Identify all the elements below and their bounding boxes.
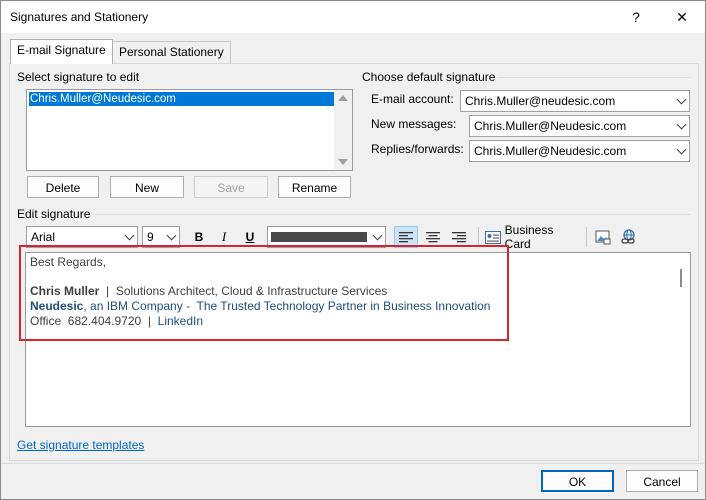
new-messages-select[interactable]: Chris.Muller@Neudesic.com — [469, 115, 690, 137]
align-left-icon — [399, 232, 413, 243]
scroll-up-icon[interactable] — [338, 95, 348, 101]
email-account-label: E-mail account: — [371, 92, 454, 106]
help-icon: ? — [632, 9, 640, 25]
bold-icon: B — [194, 230, 204, 244]
replies-forwards-value: Chris.Muller@Neudesic.com — [474, 144, 627, 158]
replies-forwards-label: Replies/forwards: — [371, 142, 464, 156]
chevron-down-icon — [124, 230, 135, 241]
scroll-down-icon[interactable] — [338, 159, 348, 165]
font-size-value: 9 — [147, 230, 154, 244]
picture-icon — [595, 230, 611, 245]
signature-list-scrollbar[interactable] — [334, 90, 352, 170]
chevron-down-icon — [676, 94, 687, 105]
default-signature-label: Choose default signature — [362, 70, 496, 84]
insert-picture-button[interactable] — [592, 226, 614, 248]
select-signature-label: Select signature to edit — [17, 70, 140, 84]
ok-button[interactable]: OK — [541, 470, 614, 492]
save-button[interactable]: Save — [194, 176, 268, 198]
chevron-down-icon — [372, 230, 383, 241]
toolbar-divider — [586, 227, 587, 247]
get-signature-templates-link[interactable]: Get signature templates — [17, 438, 144, 452]
tab-email-signature-label: E-mail Signature — [17, 43, 106, 57]
new-messages-label: New messages: — [371, 117, 457, 131]
new-messages-value: Chris.Muller@Neudesic.com — [474, 119, 627, 133]
insert-hyperlink-button[interactable] — [618, 226, 640, 248]
align-center-icon — [426, 232, 440, 243]
toolbar-divider — [478, 227, 479, 247]
new-button[interactable]: New — [110, 176, 184, 198]
tab-email-signature[interactable]: E-mail Signature — [10, 39, 113, 64]
align-right-icon — [452, 232, 466, 243]
chevron-down-icon — [676, 119, 687, 130]
tab-personal-stationery[interactable]: Personal Stationery — [112, 41, 231, 63]
email-account-select[interactable]: Chris.Muller@neudesic.com — [460, 90, 690, 112]
annotation-highlight-box — [19, 245, 509, 341]
editor-scroll-thumb[interactable] — [680, 269, 682, 287]
close-icon: ✕ — [676, 8, 688, 25]
cancel-button[interactable]: Cancel — [626, 470, 698, 492]
edit-signature-label: Edit signature — [17, 207, 91, 221]
editor-scrollbar[interactable] — [672, 253, 690, 426]
close-button[interactable]: ✕ — [659, 1, 705, 33]
rename-button[interactable]: Rename — [278, 176, 351, 198]
chevron-down-icon — [166, 230, 177, 241]
hyperlink-icon — [621, 229, 635, 244]
business-card-label: Business Card — [504, 223, 554, 251]
underline-icon: U — [245, 230, 255, 244]
signature-list-item[interactable]: Chris.Muller@Neudesic.com — [29, 92, 334, 106]
delete-button[interactable]: Delete — [27, 176, 99, 198]
tab-personal-stationery-label: Personal Stationery — [119, 45, 224, 59]
font-value: Arial — [31, 230, 56, 244]
group-divider — [96, 214, 691, 215]
window-title: Signatures and Stationery — [10, 10, 149, 24]
help-button[interactable]: ? — [613, 1, 659, 33]
business-card-icon — [485, 230, 501, 244]
font-color-swatch — [271, 232, 367, 242]
replies-forwards-select[interactable]: Chris.Muller@Neudesic.com — [469, 140, 690, 162]
signatures-dialog: Signatures and Stationery ? ✕ E-mail Sig… — [0, 0, 706, 500]
italic-icon: I — [221, 229, 227, 244]
title-bar: Signatures and Stationery ? ✕ — [1, 1, 705, 33]
group-divider — [497, 77, 691, 78]
signature-list[interactable]: Chris.Muller@Neudesic.com — [26, 89, 353, 171]
email-account-value: Chris.Muller@neudesic.com — [465, 94, 616, 108]
chevron-down-icon — [676, 144, 687, 155]
